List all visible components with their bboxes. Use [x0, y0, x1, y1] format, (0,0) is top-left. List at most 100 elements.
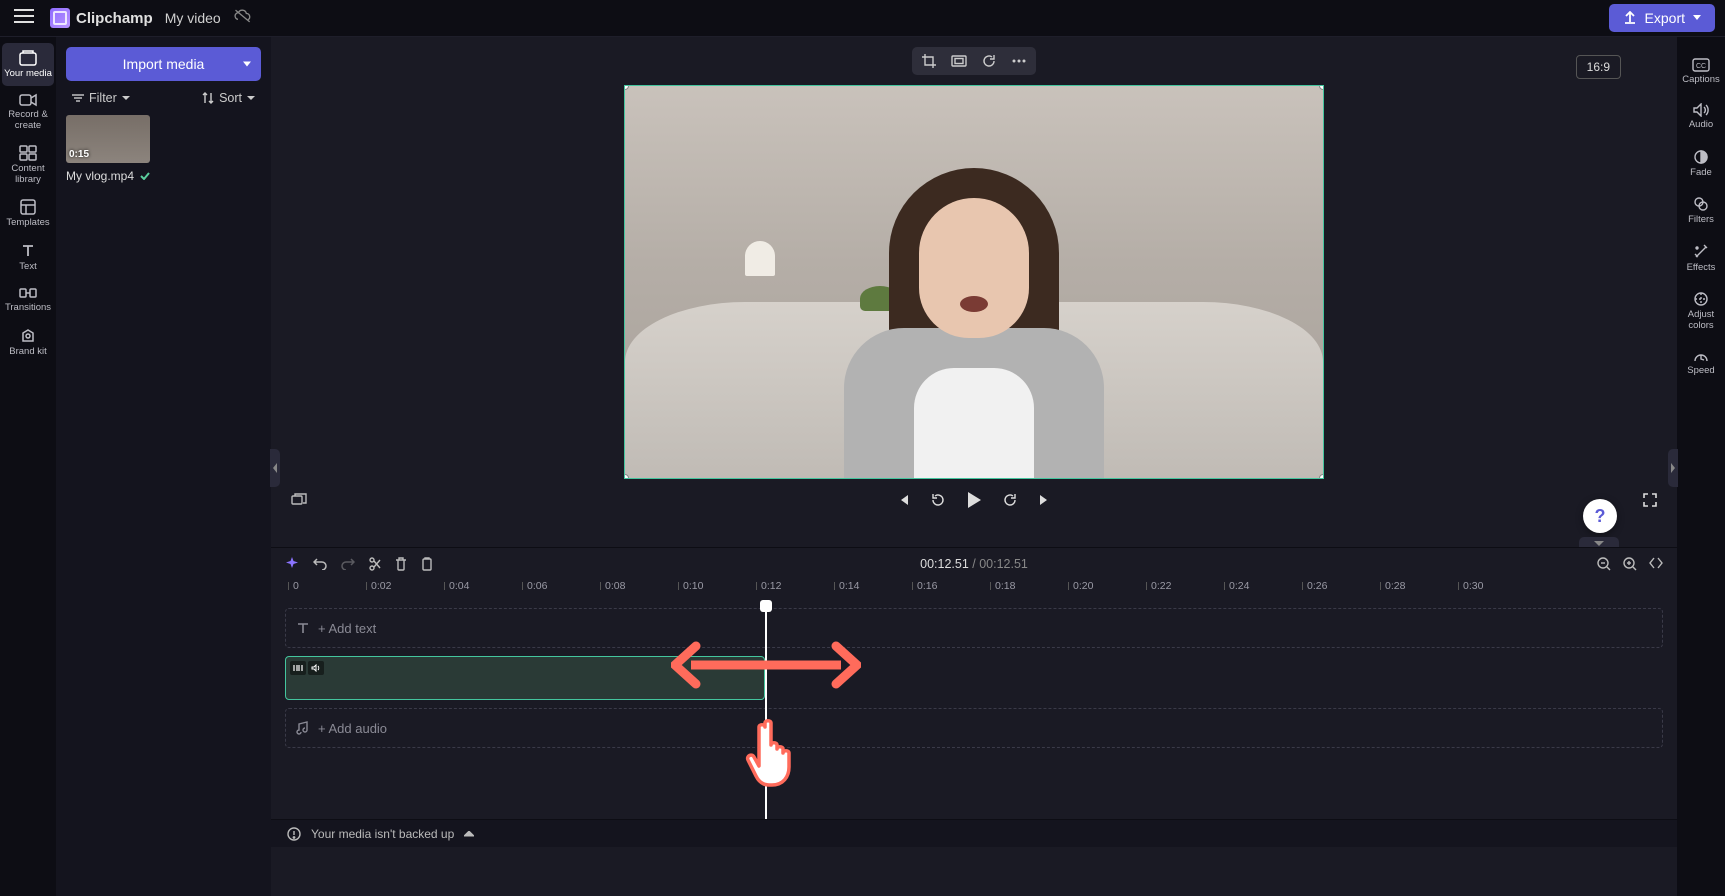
rewind-button[interactable]	[930, 492, 946, 508]
prop-speed[interactable]: Speed	[1678, 342, 1724, 383]
templates-icon	[20, 199, 36, 215]
text-icon	[20, 243, 36, 259]
nav-label: Transitions	[5, 303, 51, 313]
skip-forward-icon	[1038, 493, 1052, 507]
chevron-down-icon	[122, 96, 130, 101]
ruler-tick: 0:12	[761, 580, 781, 592]
cloud-sync-off-icon[interactable]	[233, 8, 253, 29]
video-title[interactable]: My video	[165, 10, 221, 26]
scissors-icon	[369, 557, 381, 571]
chevron-left-icon	[272, 463, 278, 473]
nav-your-media[interactable]: Your media	[2, 43, 54, 86]
zoom-fit-button[interactable]	[1649, 557, 1663, 571]
more-button[interactable]	[1005, 50, 1033, 72]
media-filename: My vlog.mp4	[66, 169, 134, 183]
redo-button[interactable]	[341, 558, 355, 570]
detach-preview-button[interactable]	[291, 493, 307, 507]
hamburger-menu[interactable]	[10, 4, 38, 33]
forward-button[interactable]	[1002, 492, 1018, 508]
zoom-out-button[interactable]	[1597, 557, 1611, 571]
ruler-tick: 0:14	[839, 580, 859, 592]
prop-filters[interactable]: Filters	[1678, 189, 1724, 232]
split-button[interactable]	[369, 557, 381, 571]
copy-button[interactable]	[421, 557, 433, 571]
nav-label: Your media	[4, 69, 52, 79]
nav-text[interactable]: Text	[2, 236, 54, 279]
crop-button[interactable]	[915, 50, 943, 72]
add-text-label: + Add text	[318, 621, 376, 636]
timeline-ruler[interactable]: 00:020:040:060:080:100:120:140:160:180:2…	[285, 580, 1663, 600]
add-audio-label: + Add audio	[318, 721, 387, 736]
collapse-panel-button[interactable]	[270, 449, 280, 487]
media-item[interactable]: 0:15 My vlog.mp4	[66, 115, 261, 183]
filter-button[interactable]: Filter	[72, 91, 130, 105]
fullscreen-button[interactable]	[1643, 493, 1657, 507]
rewind-icon	[930, 492, 946, 508]
skip-forward-button[interactable]	[1038, 493, 1052, 507]
ruler-tick: 0:18	[995, 580, 1015, 592]
forward-icon	[1002, 492, 1018, 508]
sort-button[interactable]: Sort	[202, 91, 255, 105]
nav-templates[interactable]: Templates	[2, 192, 54, 235]
delete-button[interactable]	[395, 557, 407, 571]
prop-adjust-colors[interactable]: Adjust colors	[1678, 284, 1724, 338]
fade-icon	[1693, 149, 1709, 165]
prop-audio[interactable]: Audio	[1678, 96, 1724, 137]
aspect-ratio-button[interactable]: 16:9	[1576, 55, 1621, 79]
text-track[interactable]: + Add text	[285, 608, 1663, 648]
current-time: 00:12.51	[920, 557, 969, 571]
help-button[interactable]: ?	[1583, 499, 1617, 533]
preview-area: 16:9	[271, 37, 1677, 547]
media-thumbnail[interactable]: 0:15	[66, 115, 150, 163]
zoom-in-icon	[1623, 557, 1637, 571]
prop-effects[interactable]: Effects	[1678, 237, 1724, 280]
ruler-tick: 0:04	[449, 580, 469, 592]
video-preview[interactable]	[624, 85, 1324, 479]
clip-audio-icon[interactable]	[308, 661, 324, 675]
more-icon	[1012, 59, 1026, 63]
media-icon	[19, 50, 37, 66]
clip-expand-icon[interactable]	[290, 661, 306, 675]
prop-label: Effects	[1687, 263, 1716, 273]
timeline-timecode: 00:12.51 / 00:12.51	[920, 557, 1028, 571]
play-button[interactable]	[966, 491, 982, 509]
warning-icon	[287, 827, 301, 841]
prop-label: Audio	[1689, 120, 1713, 130]
chevron-down-icon	[247, 96, 255, 101]
nav-content-library[interactable]: Content library	[2, 138, 54, 192]
export-button[interactable]: Export	[1609, 4, 1715, 32]
ruler-tick: 0:10	[683, 580, 703, 592]
nav-brand-kit[interactable]: Brand kit	[2, 321, 54, 364]
ruler-tick: 0	[293, 580, 299, 592]
upload-icon	[1623, 11, 1637, 25]
undo-button[interactable]	[313, 558, 327, 570]
ai-button[interactable]	[285, 557, 299, 571]
zoom-in-button[interactable]	[1623, 557, 1637, 571]
library-icon	[19, 145, 37, 161]
nav-transitions[interactable]: Transitions	[2, 279, 54, 320]
prop-captions[interactable]: CC Captions	[1678, 51, 1724, 92]
fit-button[interactable]	[945, 50, 973, 72]
logo-mark-icon	[50, 8, 70, 28]
nav-record-create[interactable]: Record & create	[2, 86, 54, 138]
audio-track[interactable]: + Add audio	[285, 708, 1663, 748]
ruler-tick: 0:08	[605, 580, 625, 592]
fullscreen-icon	[1643, 493, 1657, 507]
trash-icon	[395, 557, 407, 571]
chevron-up-icon[interactable]	[464, 831, 474, 837]
play-icon	[966, 491, 982, 509]
filter-icon	[72, 93, 84, 103]
skip-back-button[interactable]	[896, 493, 910, 507]
ruler-tick: 0:30	[1463, 580, 1483, 592]
expand-properties-button[interactable]	[1668, 449, 1678, 487]
transitions-icon	[19, 286, 37, 300]
resize-handle-tr[interactable]	[1319, 85, 1324, 90]
zoom-fit-icon	[1649, 557, 1663, 569]
ruler-tick: 0:26	[1307, 580, 1327, 592]
prop-label: Captions	[1682, 75, 1720, 85]
ruler-tick: 0:02	[371, 580, 391, 592]
prop-fade[interactable]: Fade	[1678, 142, 1724, 185]
sort-icon	[202, 92, 214, 104]
pip-button[interactable]	[975, 50, 1003, 72]
import-media-button[interactable]: Import media	[66, 47, 261, 81]
